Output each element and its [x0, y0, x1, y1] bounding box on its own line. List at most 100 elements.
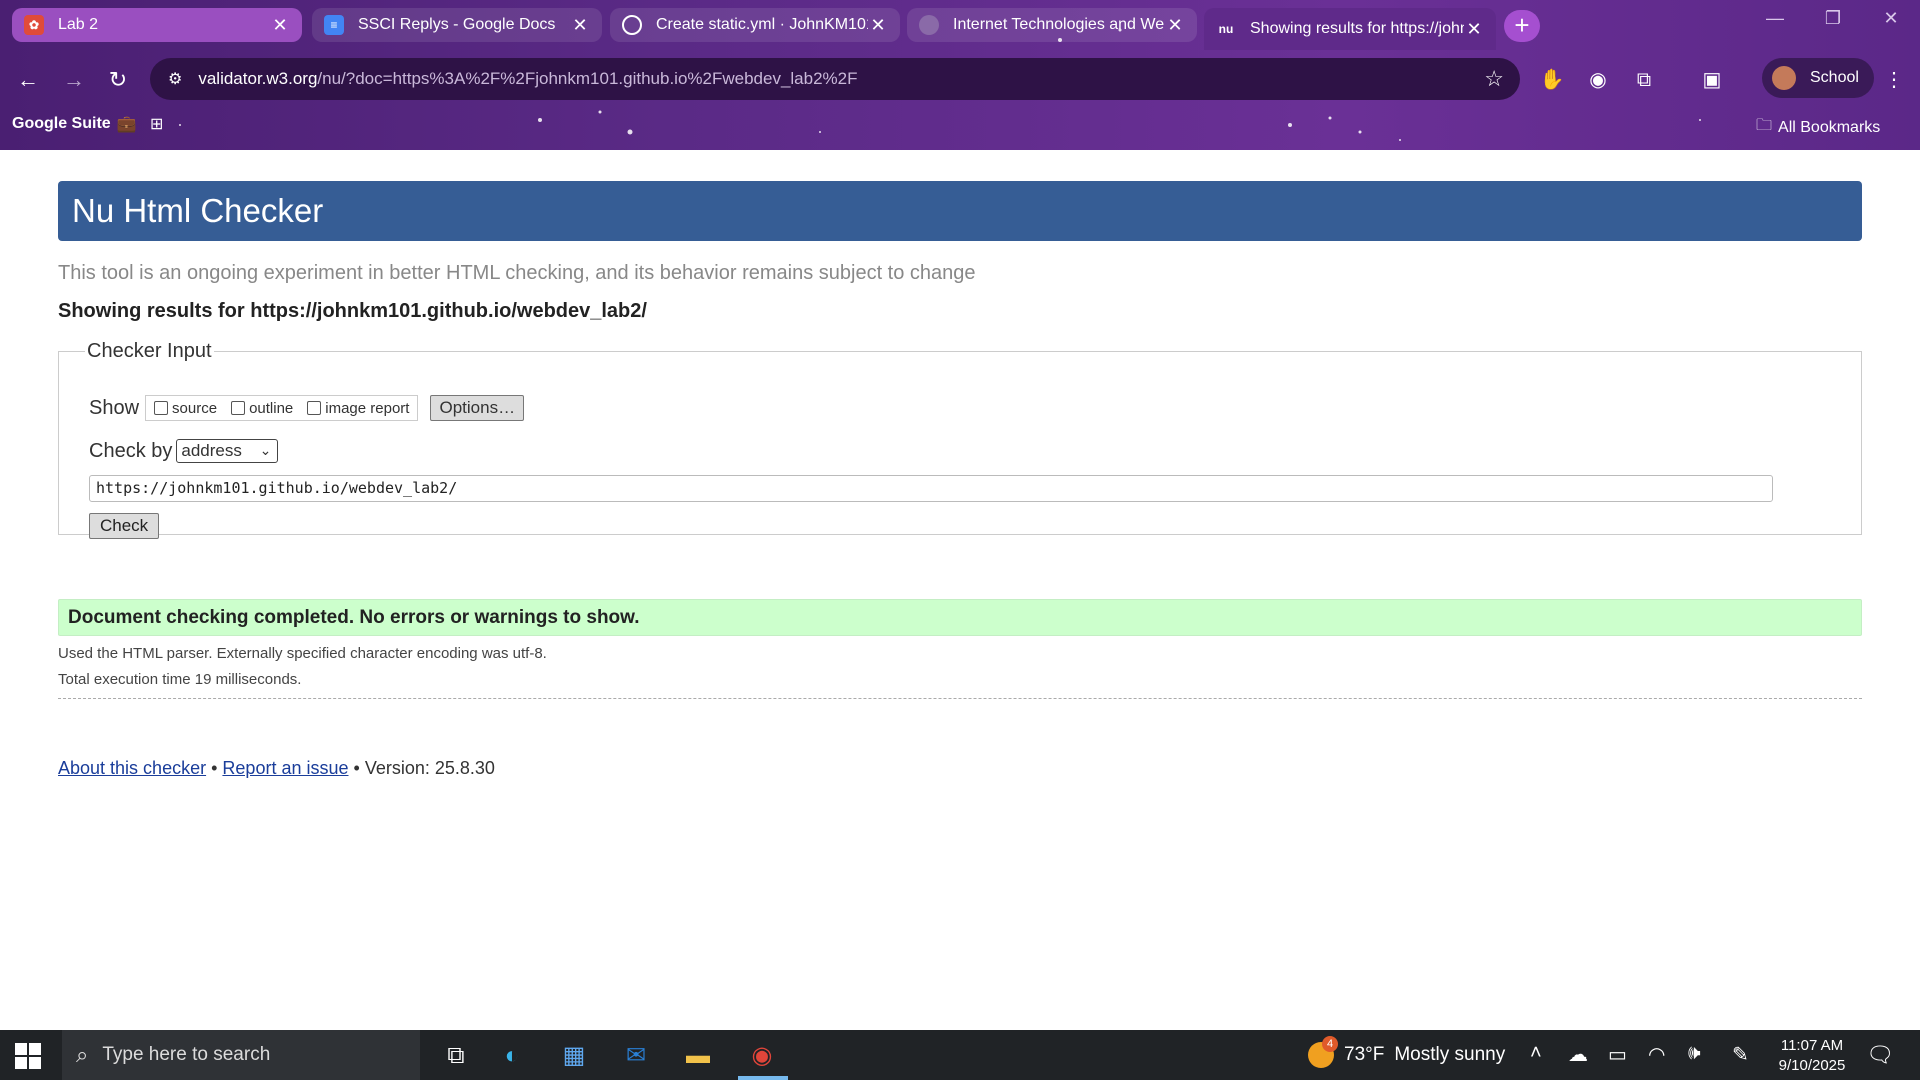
version-text: Version: 25.8.30 — [364, 758, 495, 778]
reload-icon[interactable]: ↻ — [102, 64, 134, 96]
footer-separator: • — [211, 758, 218, 778]
back-arrow-icon[interactable]: ← — [12, 64, 44, 96]
page-title: Nu Html Checker — [58, 181, 1862, 241]
tab-title: Create static.yml · JohnKM101/ — [656, 16, 868, 33]
tab-github[interactable]: Create static.yml · JohnKM101/ ✕ — [610, 8, 900, 42]
options-button[interactable]: Options… — [430, 395, 525, 421]
all-bookmarks[interactable]: 🗀 All Bookmarks — [1756, 114, 1880, 141]
show-image-report-option[interactable]: image report — [307, 400, 409, 417]
tab-lab2[interactable]: ✿ Lab 2 ✕ — [12, 8, 302, 42]
tab-title: Internet Technologies and Web — [953, 16, 1165, 33]
url-path: /nu/?doc=https%3A%2F%2Fjohnkm101.github.… — [317, 69, 858, 88]
wifi-icon[interactable]: ◠ — [1648, 1042, 1665, 1067]
showing-results-heading: Showing results for https://johnkm101.gi… — [58, 300, 647, 322]
globe-icon — [919, 15, 939, 35]
microsoft-store-icon[interactable]: ▦ — [558, 1040, 590, 1072]
clock-date: 9/10/2025 — [1778, 1057, 1846, 1074]
taskbar-clock[interactable]: 11:07 AM 9/10/2025 — [1772, 1036, 1852, 1076]
extensions-puzzle-icon[interactable]: ⧉ — [1630, 66, 1658, 94]
tab-google-docs[interactable]: ≡ SSCI Replys - Google Docs ✕ — [312, 8, 602, 42]
browser-chrome: ✿ Lab 2 ✕ ≡ SSCI Replys - Google Docs ✕ … — [0, 0, 1920, 150]
show-label: Show — [89, 396, 140, 419]
checker-input-legend: Checker Input — [87, 340, 212, 362]
checker-input-fieldset: Checker Input Show source outline image … — [58, 340, 1862, 539]
folder-icon: 🗀 — [1756, 117, 1773, 134]
search-icon: ⌕ — [76, 1042, 89, 1067]
divider — [58, 698, 1862, 699]
minimize-icon[interactable]: — — [1752, 8, 1798, 29]
grammarly-icon[interactable]: ◉ — [1584, 66, 1612, 94]
about-checker-link[interactable]: About this checker — [58, 758, 206, 778]
bookmark-google-suite[interactable]: Google Suite 💼 — [12, 114, 137, 134]
close-window-icon[interactable]: ✕ — [1868, 8, 1914, 29]
tab-strip: ✿ Lab 2 ✕ ≡ SSCI Replys - Google Docs ✕ … — [0, 0, 1920, 50]
show-options-group: source outline image report — [145, 395, 419, 421]
check-button[interactable]: Check — [89, 513, 160, 539]
apps-grid-icon[interactable]: ⊞ — [150, 114, 163, 134]
close-icon[interactable]: ✕ — [570, 15, 590, 36]
volume-icon[interactable]: 🕪 — [1688, 1042, 1701, 1065]
task-view-icon[interactable]: ⧉ — [440, 1040, 472, 1072]
execution-time: Total execution time 19 milliseconds. — [58, 671, 302, 688]
address-url[interactable]: validator.w3.org/nu/?doc=https%3A%2F%2Fj… — [198, 69, 857, 89]
show-outline-option[interactable]: outline — [231, 400, 293, 417]
source-checkbox[interactable] — [154, 401, 169, 415]
image-report-checkbox[interactable] — [307, 401, 322, 415]
check-by-row: Check by address ⌄ — [89, 439, 279, 463]
active-app-indicator — [738, 1076, 788, 1080]
page-subtitle: This tool is an ongoing experiment in be… — [58, 262, 976, 284]
success-message: Document checking completed. No errors o… — [58, 599, 1862, 636]
windows-start-icon[interactable] — [14, 1042, 42, 1070]
outline-checkbox[interactable] — [231, 401, 246, 415]
battery-icon[interactable]: ▭ — [1608, 1042, 1627, 1067]
avatar — [1772, 66, 1796, 90]
onedrive-icon[interactable]: ☁ — [1568, 1042, 1588, 1067]
doc-url-input[interactable]: https://johnkm101.github.io/webdev_lab2/ — [89, 475, 1773, 502]
briefcase-icon: 💼 — [116, 116, 137, 133]
url-host: validator.w3.org — [198, 69, 318, 88]
bookmark-star-icon[interactable]: ☆ — [1484, 66, 1504, 92]
search-placeholder: Type here to search — [102, 1044, 271, 1065]
outlook-icon[interactable]: ✉ — [620, 1040, 652, 1072]
new-tab-button[interactable]: + — [1504, 10, 1540, 42]
tab-search-icon[interactable]: ▣ — [1698, 66, 1726, 94]
chevron-up-icon[interactable]: ˄ — [1530, 1042, 1542, 1065]
edge-icon[interactable]: ◐ — [496, 1040, 528, 1072]
restore-icon[interactable]: ❐ — [1810, 8, 1856, 29]
forward-arrow-icon[interactable]: → — [58, 64, 90, 96]
weather-sun-icon: 4 — [1308, 1036, 1338, 1068]
close-icon[interactable]: ✕ — [270, 15, 290, 36]
menu-kebab-icon[interactable]: ⋮ — [1880, 66, 1908, 94]
extension-hand-icon[interactable]: ✋ — [1538, 66, 1566, 94]
tab-internet-tech[interactable]: Internet Technologies and Web ✕ — [907, 8, 1197, 42]
report-issue-link[interactable]: Report an issue — [222, 758, 348, 778]
profile-button[interactable]: School — [1762, 58, 1874, 98]
tab-validator-active[interactable]: nu Showing results for https://john ✕ — [1204, 8, 1496, 50]
show-options-row: Show source outline image report Options… — [89, 395, 525, 421]
weather-desc: Mostly sunny — [1394, 1044, 1506, 1065]
pen-icon[interactable]: ✎ — [1732, 1042, 1749, 1067]
image-report-label: image report — [325, 399, 410, 417]
weather-widget[interactable]: 4 73°F Mostly sunny — [1308, 1036, 1506, 1068]
nu-favicon-icon: nu — [1218, 22, 1234, 36]
close-icon[interactable]: ✕ — [1464, 19, 1484, 40]
notification-icon[interactable]: 🗨 — [1866, 1042, 1894, 1068]
close-icon[interactable]: ✕ — [1165, 15, 1185, 36]
taskbar-search[interactable]: ⌕ Type here to search — [62, 1030, 420, 1080]
tab-title: Lab 2 — [58, 16, 99, 33]
address-bar[interactable]: ⚙ validator.w3.org/nu/?doc=https%3A%2F%2… — [150, 58, 1520, 100]
close-icon[interactable]: ✕ — [868, 15, 888, 36]
chevron-down-icon: ⌄ — [259, 442, 272, 458]
file-explorer-icon[interactable]: ▬ — [682, 1040, 714, 1072]
bookmark-label: Google Suite — [12, 115, 111, 132]
check-by-select[interactable]: address ⌄ — [176, 439, 279, 463]
show-source-option[interactable]: source — [154, 400, 217, 417]
chrome-icon[interactable]: ◉ — [746, 1040, 778, 1072]
github-icon — [622, 15, 642, 35]
clock-time: 11:07 AM — [1780, 1037, 1844, 1054]
outline-label: outline — [249, 399, 294, 417]
weather-badge: 4 — [1322, 1036, 1338, 1052]
footer: About this checker • Report an issue • V… — [58, 758, 495, 779]
footer-separator: • — [353, 758, 360, 778]
site-info-icon[interactable]: ⚙ — [168, 69, 182, 89]
